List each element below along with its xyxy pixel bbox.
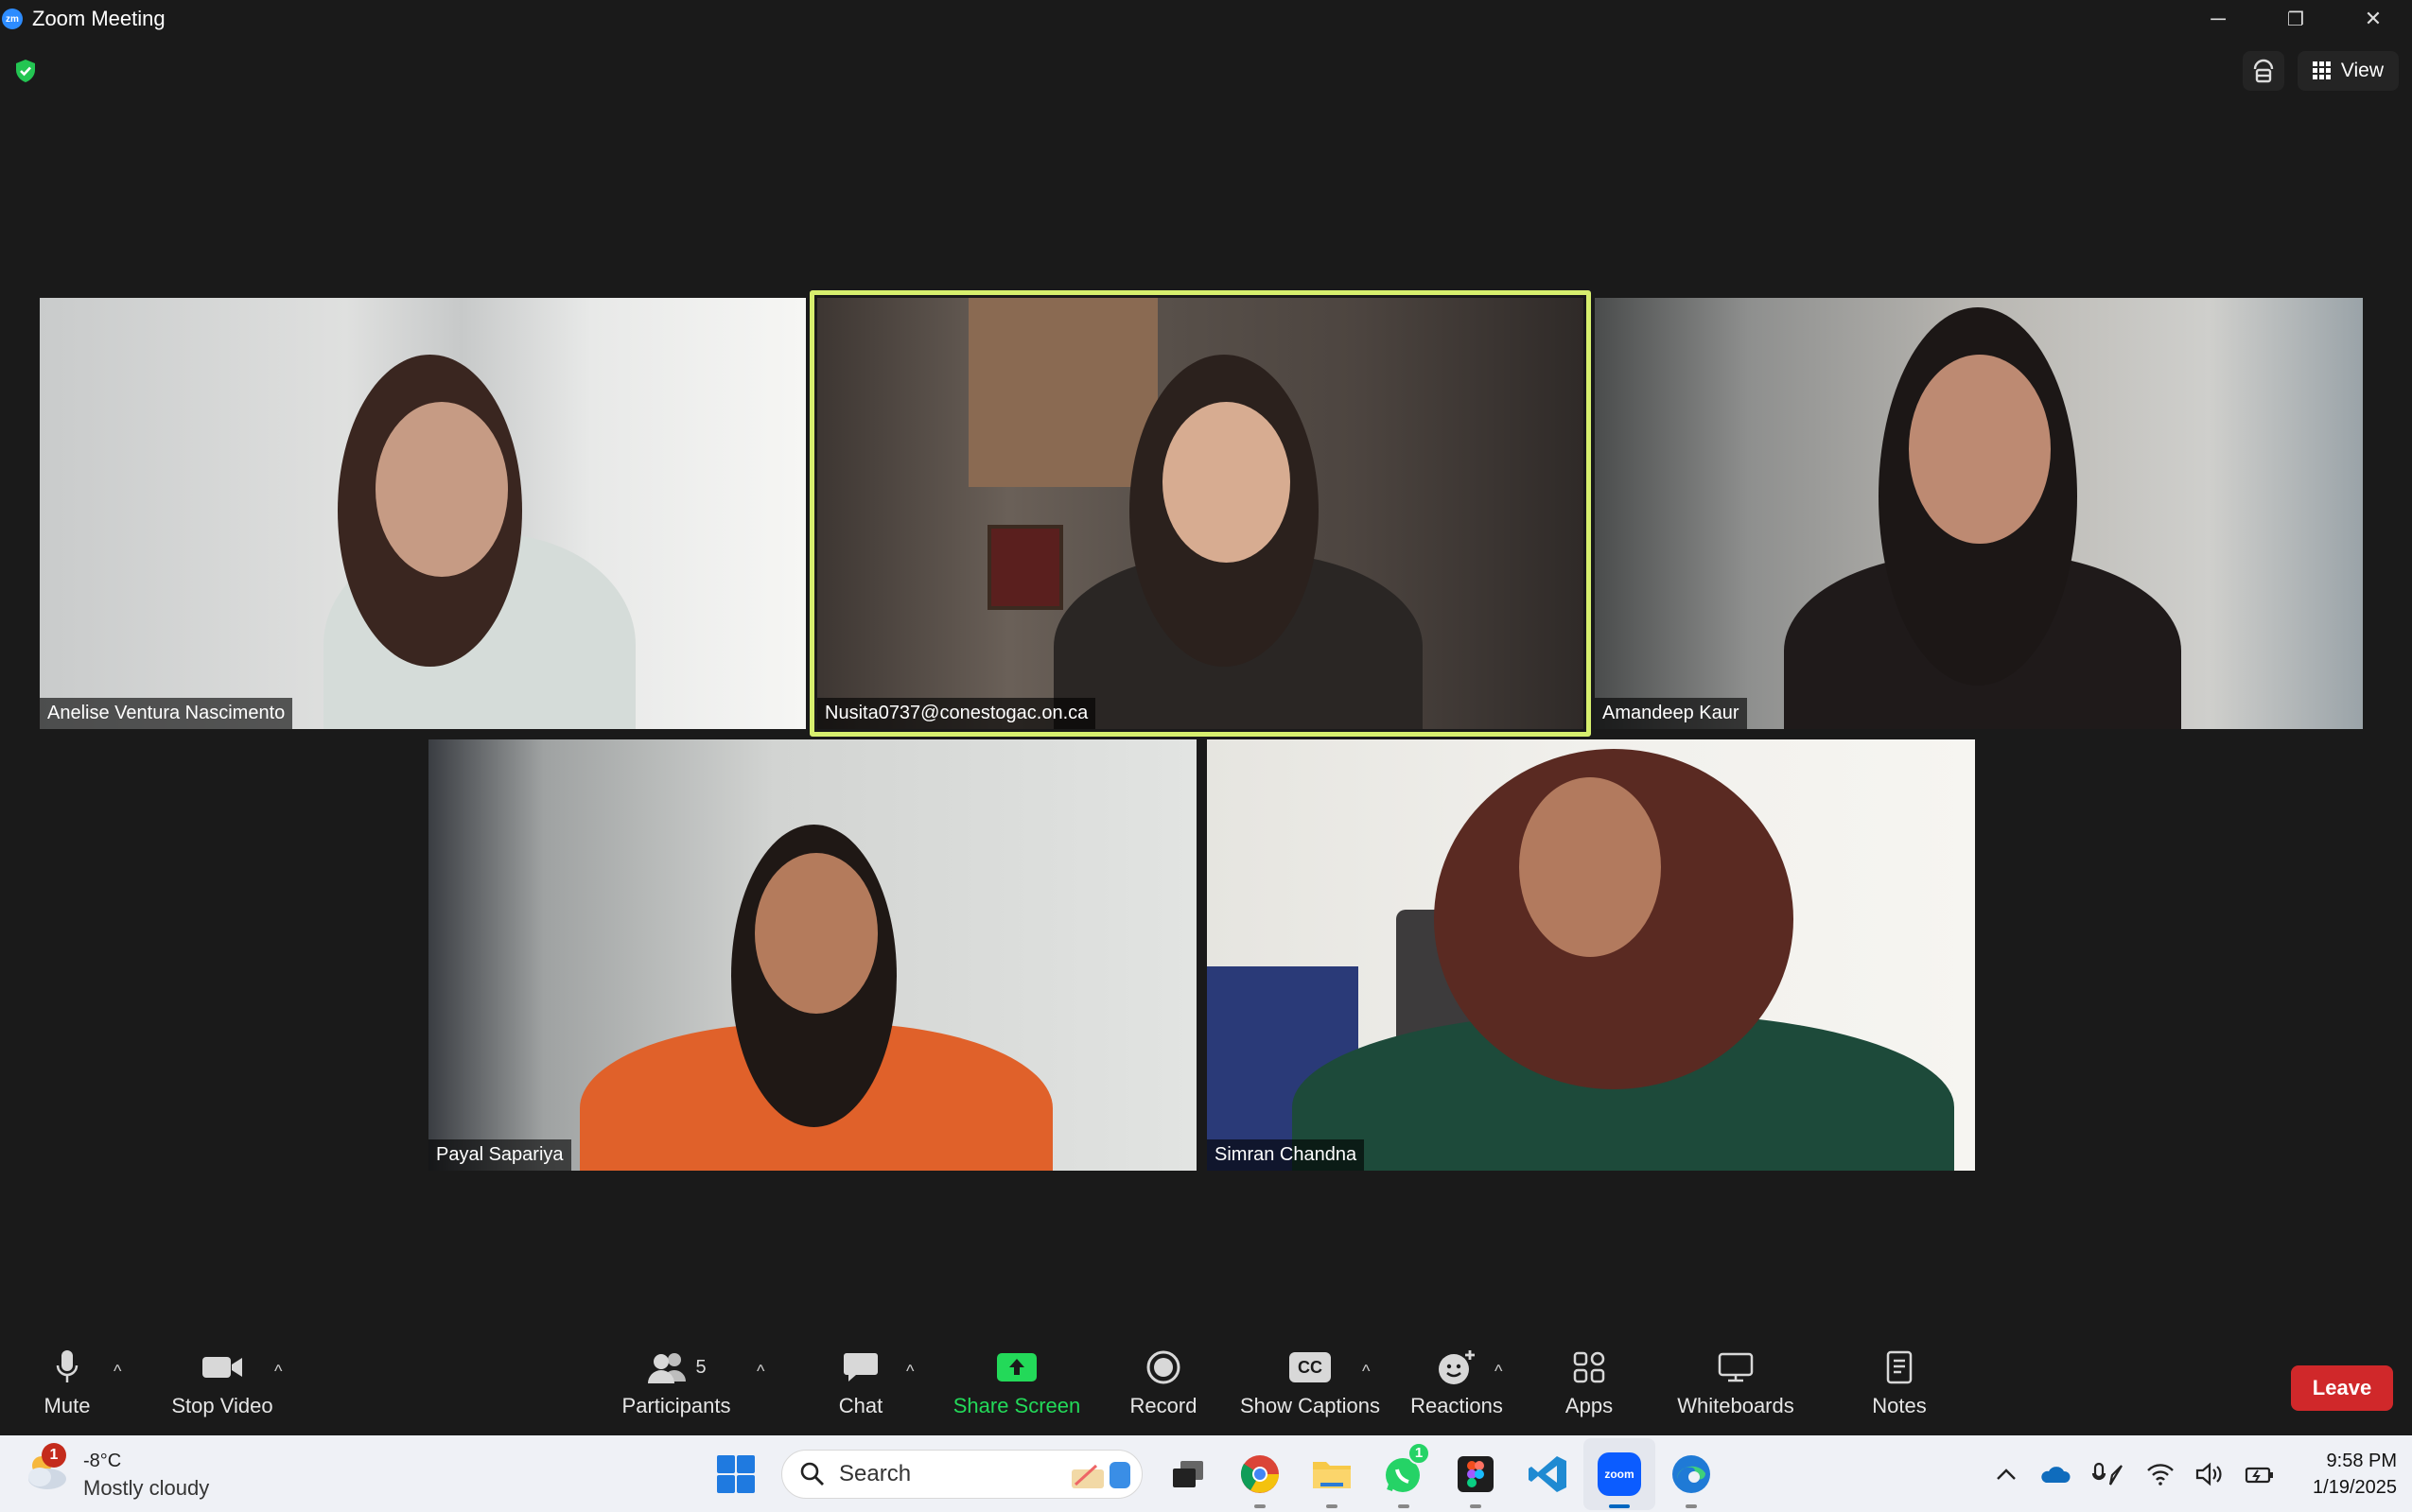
stop-video-button[interactable]: Stop Video: [170, 1341, 274, 1435]
video-tile[interactable]: Simran Chandna: [1207, 739, 1975, 1171]
task-view-icon: [1173, 1460, 1203, 1487]
shield-icon[interactable]: [13, 59, 38, 83]
taskbar-zoom[interactable]: zoom: [1583, 1437, 1655, 1510]
whatsapp-badge: 1: [1407, 1441, 1430, 1465]
captions-options-caret[interactable]: ^: [1362, 1362, 1370, 1382]
notes-icon: [1886, 1350, 1913, 1384]
notes-button[interactable]: Notes: [1868, 1341, 1931, 1435]
start-button[interactable]: [700, 1438, 772, 1510]
weather-widget[interactable]: 1 -8°C Mostly cloudy: [21, 1443, 210, 1501]
record-icon: [1146, 1350, 1180, 1384]
weather-temperature: -8°C: [83, 1451, 122, 1471]
vscode-icon: [1529, 1455, 1566, 1492]
apps-button[interactable]: Apps: [1561, 1341, 1617, 1435]
mute-button[interactable]: Mute: [36, 1341, 98, 1435]
video-tile[interactable]: Nusita0737@conestogac.on.ca: [817, 298, 1583, 729]
emoji-icon: [1439, 1350, 1475, 1384]
taskbar-file-explorer[interactable]: [1296, 1438, 1368, 1510]
view-button[interactable]: View: [2297, 51, 2399, 91]
video-options-caret[interactable]: ^: [274, 1362, 282, 1382]
chat-icon: [844, 1353, 878, 1382]
participants-icon: [648, 1353, 687, 1383]
search-highlight-icon: [1072, 1461, 1130, 1488]
wifi-icon[interactable]: [2146, 1463, 2175, 1486]
show-captions-button[interactable]: CC Show Captions: [1239, 1341, 1381, 1435]
weather-badge: 1: [42, 1443, 66, 1468]
system-tray: 9:58 PM 1/19/2025: [1995, 1435, 2397, 1512]
immersive-icon[interactable]: [2242, 51, 2284, 91]
taskbar-figma[interactable]: [1440, 1438, 1512, 1510]
share-screen-button[interactable]: Share Screen: [953, 1341, 1080, 1435]
figma-icon: [1458, 1455, 1494, 1492]
cc-icon: CC: [1289, 1352, 1331, 1382]
participants-options-caret[interactable]: ^: [757, 1362, 764, 1382]
close-button[interactable]: ✕: [2334, 0, 2412, 38]
video-tile[interactable]: Payal Sapariya: [428, 739, 1197, 1171]
zoom-app-icon: zoom: [1598, 1451, 1641, 1496]
participant-name: Anelise Ventura Nascimento: [40, 698, 293, 729]
participants-button[interactable]: 5 Participants: [622, 1341, 730, 1435]
participant-name: Nusita0737@conestogac.on.ca: [817, 698, 1096, 729]
whiteboards-button[interactable]: Whiteboards: [1674, 1341, 1797, 1435]
chat-options-caret[interactable]: ^: [906, 1362, 914, 1382]
window-title: Zoom Meeting: [32, 7, 166, 30]
whiteboard-icon: [1718, 1352, 1754, 1382]
chat-button[interactable]: Chat: [832, 1341, 889, 1435]
volume-icon[interactable]: [2195, 1462, 2224, 1486]
minimize-button[interactable]: ─: [2179, 0, 2257, 38]
meeting-toolbar: Mute ^ Stop Video ^ 5 Participants ^ Cha…: [0, 1341, 2412, 1435]
chrome-icon: [1240, 1454, 1279, 1493]
folder-icon: [1313, 1461, 1351, 1488]
record-button[interactable]: Record: [1126, 1341, 1201, 1435]
weather-description: Mostly cloudy: [83, 1476, 210, 1500]
taskbar-clock[interactable]: 9:58 PM 1/19/2025: [2313, 1448, 2397, 1501]
windows-taskbar: 1 -8°C Mostly cloudy Search 1 zoom 9:58 …: [0, 1435, 2412, 1512]
participants-count: 5: [695, 1356, 707, 1378]
share-screen-icon: [997, 1353, 1037, 1382]
taskbar-search[interactable]: Search: [781, 1449, 1143, 1499]
battery-icon[interactable]: [2245, 1464, 2275, 1485]
task-view-button[interactable]: [1152, 1438, 1224, 1510]
leave-button[interactable]: Leave: [2291, 1365, 2393, 1411]
location-mic-icon[interactable]: [2091, 1460, 2125, 1488]
restore-button[interactable]: ❐: [2257, 0, 2334, 38]
taskbar-edge[interactable]: [1655, 1438, 1727, 1510]
video-tile[interactable]: Anelise Ventura Nascimento: [40, 298, 806, 729]
participant-name: Amandeep Kaur: [1595, 698, 1747, 729]
microphone-icon: [56, 1350, 79, 1382]
onedrive-icon[interactable]: [2038, 1464, 2071, 1485]
taskbar-chrome[interactable]: [1224, 1438, 1296, 1510]
participant-name: Simran Chandna: [1207, 1139, 1365, 1171]
title-bar: zm Zoom Meeting ─ ❐ ✕: [0, 0, 2412, 38]
audio-options-caret[interactable]: ^: [114, 1362, 121, 1382]
reactions-button[interactable]: Reactions: [1409, 1341, 1504, 1435]
taskbar-whatsapp[interactable]: 1: [1368, 1438, 1440, 1510]
grid-icon: [2312, 61, 2331, 79]
video-tile[interactable]: Amandeep Kaur: [1595, 298, 2363, 729]
reactions-options-caret[interactable]: ^: [1494, 1362, 1502, 1382]
windows-logo-icon: [717, 1454, 755, 1493]
edge-icon: [1672, 1454, 1710, 1493]
video-camera-icon: [202, 1357, 242, 1378]
apps-icon: [1573, 1351, 1605, 1383]
chevron-up-icon[interactable]: [1995, 1467, 2018, 1482]
zoom-logo-icon: zm: [2, 9, 23, 29]
search-icon: [800, 1462, 824, 1486]
participant-name: Payal Sapariya: [428, 1139, 571, 1171]
taskbar-vscode[interactable]: [1512, 1438, 1583, 1510]
